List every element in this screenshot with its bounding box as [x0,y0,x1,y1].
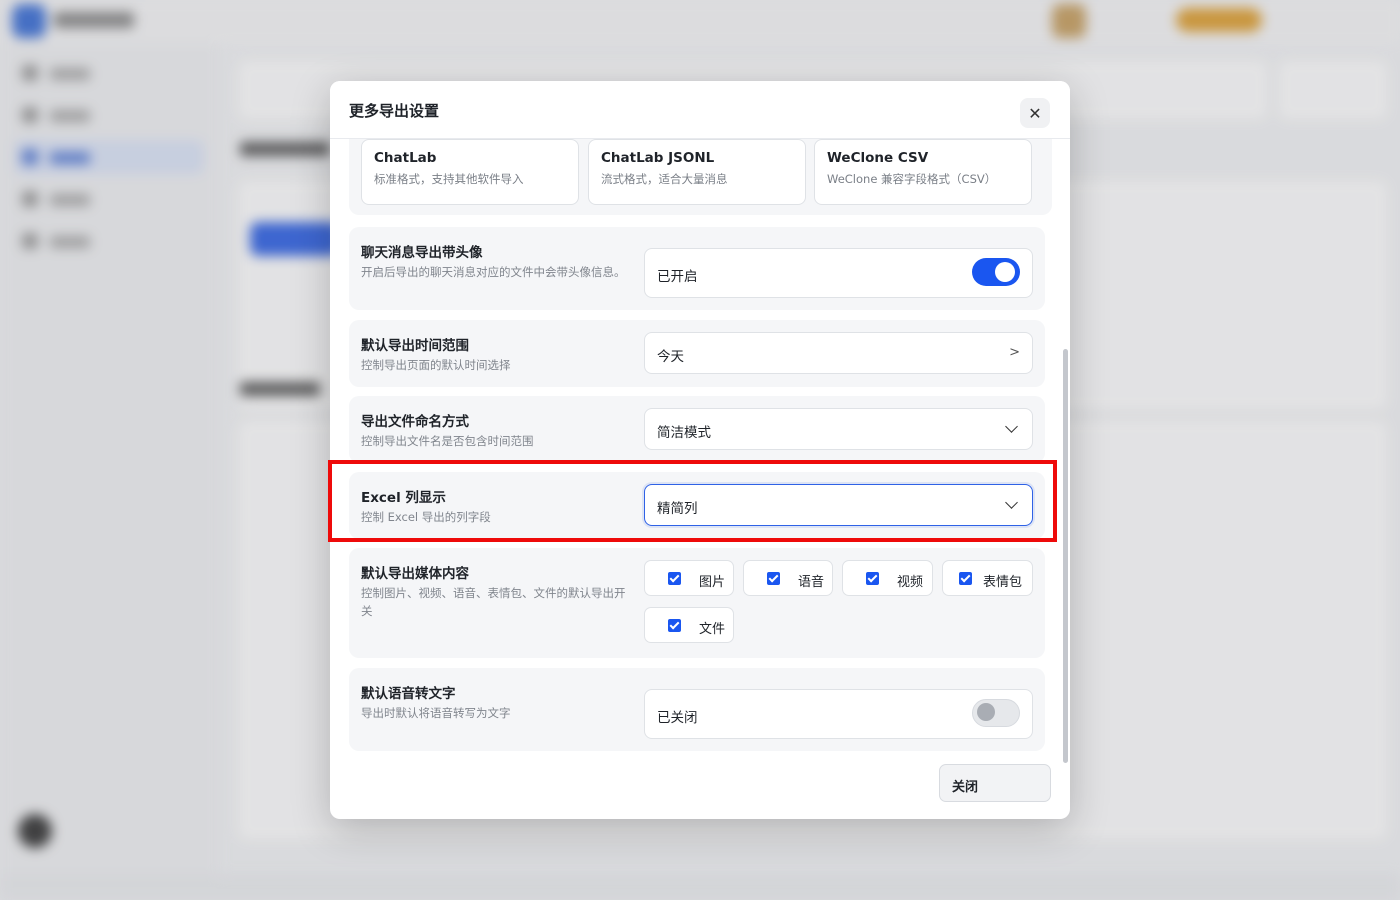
media-checkbox-image[interactable]: 图片 [644,560,734,596]
toggle-status: 已关闭 [657,710,698,726]
checkbox-checked-icon[interactable] [767,572,780,585]
dialog-header: 更多导出设置 ✕ [330,81,1070,139]
setting-row-excel-columns: Excel 列显示 控制 Excel 导出的列字段 精简列 [349,472,1045,539]
checkbox-label: 视频 [897,575,924,590]
setting-row-time-range: 默认导出时间范围 控制导出页面的默认时间选择 今天 > [349,320,1045,387]
setting-title: Excel 列显示 [361,490,446,506]
selected-value: 今天 [657,349,684,365]
checkbox-label: 表情包 [983,575,1023,590]
checkbox-label: 语音 [798,575,825,590]
scrollbar[interactable] [1063,349,1068,763]
setting-row-media: 默认导出媒体内容 控制图片、视频、语音、表情包、文件的默认导出开关 图片 语音 … [349,548,1045,658]
format-card-weclone-csv[interactable]: WeClone CSV WeClone 兼容字段格式（CSV） [814,139,1032,205]
setting-row-voice-to-text: 默认语音转文字 导出时默认将语音转写为文字 已关闭 [349,668,1045,751]
avatar-toggle-field[interactable]: 已开启 [644,248,1033,298]
setting-desc: 导出时默认将语音转写为文字 [361,706,511,720]
selected-value: 简洁模式 [657,425,711,441]
voice-to-text-toggle[interactable] [972,699,1020,727]
setting-title: 聊天消息导出带头像 [361,245,483,261]
setting-title: 默认导出媒体内容 [361,566,469,582]
checkbox-checked-icon[interactable] [866,572,879,585]
format-name: ChatLab [374,150,437,166]
dialog-body[interactable]: ChatLab 标准格式，支持其他软件导入 ChatLab JSONL 流式格式… [330,139,1070,759]
toggle-status: 已开启 [657,269,698,285]
media-checkbox-video[interactable]: 视频 [842,560,933,596]
format-desc: WeClone 兼容字段格式（CSV） [827,172,997,186]
checkbox-checked-icon[interactable] [668,619,681,632]
format-name: ChatLab JSONL [601,150,715,166]
excel-columns-select[interactable]: 精简列 [644,484,1033,526]
chevron-right-icon: > [1009,345,1020,360]
chevron-down-icon [1005,420,1018,433]
setting-desc: 控制 Excel 导出的列字段 [361,510,491,524]
format-name: WeClone CSV [827,150,929,166]
selected-value: 精简列 [657,501,698,517]
checkbox-checked-icon[interactable] [668,572,681,585]
time-range-picker[interactable]: 今天 > [644,332,1033,374]
checkbox-label: 文件 [699,622,726,637]
chevron-down-icon [1005,496,1018,509]
format-card-chatlab[interactable]: ChatLab 标准格式，支持其他软件导入 [361,139,579,205]
setting-title: 默认语音转文字 [361,686,456,702]
avatar-toggle[interactable] [972,258,1020,286]
format-desc: 流式格式，适合大量消息 [601,172,728,186]
file-naming-select[interactable]: 简洁模式 [644,408,1033,450]
close-icon[interactable]: ✕ [1020,98,1050,128]
setting-desc: 控制导出文件名是否包含时间范围 [361,434,534,448]
setting-row-avatar: 聊天消息导出带头像 开启后导出的聊天消息对应的文件中会带头像信息。 已开启 [349,227,1045,310]
close-button-label: 关闭 [952,780,979,795]
setting-desc: 控制图片、视频、语音、表情包、文件的默认导出开关 [361,586,626,618]
voice-to-text-toggle-field[interactable]: 已关闭 [644,689,1033,739]
checkbox-label: 图片 [699,575,726,590]
export-settings-dialog: 更多导出设置 ✕ ChatLab 标准格式，支持其他软件导入 ChatLab J… [330,81,1070,819]
media-checkbox-sticker[interactable]: 表情包 [942,560,1033,596]
setting-desc: 控制导出页面的默认时间选择 [361,358,511,372]
setting-row-file-naming: 导出文件命名方式 控制导出文件名是否包含时间范围 简洁模式 [349,396,1045,463]
setting-title: 导出文件命名方式 [361,414,469,430]
media-checkbox-voice[interactable]: 语音 [743,560,833,596]
media-checkbox-file[interactable]: 文件 [644,607,734,643]
close-button[interactable]: 关闭 [939,764,1051,802]
setting-desc: 开启后导出的聊天消息对应的文件中会带头像信息。 [361,265,626,279]
format-card-chatlab-jsonl[interactable]: ChatLab JSONL 流式格式，适合大量消息 [588,139,806,205]
format-desc: 标准格式，支持其他软件导入 [374,172,524,186]
checkbox-checked-icon[interactable] [959,572,972,585]
format-options: ChatLab 标准格式，支持其他软件导入 ChatLab JSONL 流式格式… [349,139,1052,215]
setting-title: 默认导出时间范围 [361,338,469,354]
dialog-title: 更多导出设置 [349,102,440,120]
